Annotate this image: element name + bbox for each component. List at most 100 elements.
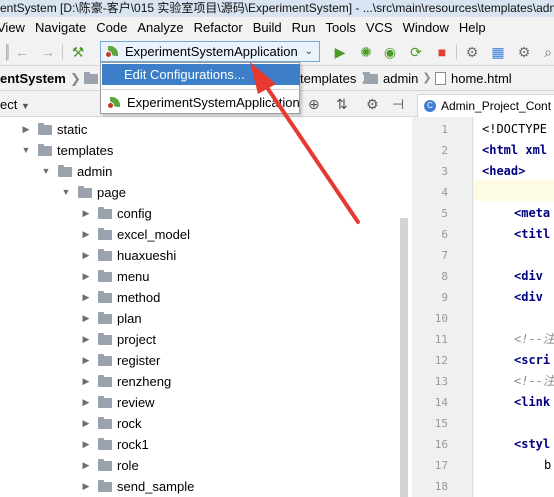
coverage-icon[interactable]: ◉ — [382, 44, 398, 60]
chevron-right-icon[interactable]: ▶ — [80, 329, 92, 350]
tree-item-register[interactable]: ▶ register — [80, 350, 161, 371]
breadcrumb-arrow-icon: ❯ — [70, 71, 81, 86]
forward-arrow-icon[interactable]: → — [40, 44, 56, 60]
folder-icon — [364, 71, 378, 84]
menu-view[interactable]: View — [0, 17, 30, 38]
menu-window[interactable]: Window — [398, 17, 454, 38]
menu-refactor[interactable]: Refactor — [189, 17, 248, 38]
project-panel-title: ect — [0, 97, 18, 112]
chevron-right-icon[interactable]: ▶ — [80, 287, 92, 308]
tree-item-method[interactable]: ▶ method — [80, 287, 161, 308]
tree-item-label: role — [117, 458, 139, 473]
folder-icon — [98, 311, 112, 324]
tree-item-rock1[interactable]: ▶ rock1 — [80, 434, 149, 455]
experiment-system-application-item[interactable]: ExperimentSystemApplication — [102, 92, 300, 113]
chevron-right-icon[interactable]: ▶ — [80, 413, 92, 434]
menu-build[interactable]: Build — [248, 17, 287, 38]
hide-panel-icon[interactable]: ⊣ — [392, 92, 404, 117]
build-hammer-icon[interactable]: ⚒ — [70, 44, 86, 60]
chevron-right-icon[interactable]: ▶ — [80, 392, 92, 413]
folder-icon — [98, 332, 112, 345]
folder-icon — [98, 416, 112, 429]
project-tree: ▶ static ▼ templates ▼ admin ▼ page ▶ config ▶ exce… — [0, 117, 412, 497]
toolbar-separator — [456, 44, 457, 60]
tree-item-rock[interactable]: ▶ rock — [80, 413, 142, 434]
chevron-right-icon[interactable]: ▶ — [80, 266, 92, 287]
chevron-right-icon[interactable]: ▶ — [80, 350, 92, 371]
code-line: <html xml — [482, 143, 548, 157]
tree-item-project[interactable]: ▶ project — [80, 329, 157, 350]
tree-item-label: method — [117, 290, 161, 305]
menu-run[interactable]: Run — [287, 17, 321, 38]
tree-item-renzheng[interactable]: ▶ renzheng — [80, 371, 172, 392]
menu-tools[interactable]: Tools — [321, 17, 361, 38]
chevron-right-icon[interactable]: ▶ — [20, 119, 32, 140]
folder-icon — [98, 458, 112, 471]
project-tree-scrollbar[interactable] — [400, 218, 408, 497]
settings-gear-icon[interactable]: ⚙ — [366, 92, 379, 117]
line-number: 12 — [434, 354, 448, 367]
tree-item-label: menu — [117, 269, 150, 284]
line-number: 2 — [441, 144, 448, 157]
chevron-right-icon[interactable]: ▶ — [80, 455, 92, 476]
chevron-right-icon[interactable]: ▶ — [80, 203, 92, 224]
tree-item-config[interactable]: ▶ config — [80, 203, 152, 224]
tree-item-review[interactable]: ▶ review — [80, 392, 155, 413]
tree-item-templates[interactable]: ▼ templates — [20, 140, 114, 161]
chevron-down-icon[interactable]: ▼ — [60, 182, 72, 203]
folder-icon — [98, 227, 112, 240]
tree-item-excel-model[interactable]: ▶ excel_model — [80, 224, 190, 245]
tree-item-plan[interactable]: ▶ plan — [80, 308, 142, 329]
breadcrumb-project[interactable]: entSystem — [0, 66, 66, 91]
code-line: <!--注 — [514, 332, 554, 346]
locate-file-icon[interactable]: ⊕ — [308, 92, 320, 117]
tree-item-send-sample[interactable]: ▶ send_sample — [80, 476, 195, 497]
profile-icon[interactable]: ⟳ — [408, 44, 424, 60]
code-line: <!--注 — [514, 374, 554, 388]
editor-tab-admin-project-controller[interactable]: C Admin_Project_Cont — [417, 94, 554, 117]
main-menu-bar: View Navigate Code Analyze Refactor Build Run T… — [0, 17, 554, 38]
chevron-right-icon[interactable]: ▶ — [80, 476, 92, 497]
tree-item-label: plan — [117, 311, 142, 326]
chevron-right-icon[interactable]: ▶ — [80, 245, 92, 266]
menu-vcs[interactable]: VCS — [361, 17, 398, 38]
menu-help[interactable]: Help — [454, 17, 491, 38]
chevron-right-icon[interactable]: ▶ — [80, 434, 92, 455]
tree-item-page[interactable]: ▼ page — [60, 182, 126, 203]
code-line: <titl — [514, 227, 551, 241]
menu-navigate[interactable]: Navigate — [30, 17, 91, 38]
run-configuration-selector[interactable]: ExperimentSystemApplication ⌄ — [100, 41, 320, 62]
code-line: b — [544, 458, 552, 472]
breadcrumb-file-label: home.html — [451, 71, 512, 86]
search-icon[interactable]: ⌕ — [540, 44, 554, 60]
tool-icon[interactable]: ⚙ — [516, 44, 532, 60]
menu-analyze[interactable]: Analyze — [132, 17, 188, 38]
chevron-down-icon[interactable]: ▼ — [20, 140, 32, 161]
tree-item-menu[interactable]: ▶ menu — [80, 266, 150, 287]
breadcrumb-arrow-icon: ❯ — [422, 72, 432, 84]
breadcrumb-templates-label: templates — [300, 71, 357, 86]
project-structure-icon[interactable]: ▦ — [490, 44, 506, 60]
code-editor[interactable]: <!DOCTYPE <html xml <head> <meta <titl <div <d… — [474, 117, 554, 497]
menu-code[interactable]: Code — [91, 17, 132, 38]
tree-item-huaxueshi[interactable]: ▶ huaxueshi — [80, 245, 177, 266]
tree-item-admin[interactable]: ▼ admin — [40, 161, 113, 182]
chevron-right-icon[interactable]: ▶ — [80, 371, 92, 392]
settings-icon[interactable]: ⚙ — [464, 44, 480, 60]
back-arrow-icon[interactable]: ← — [14, 44, 30, 60]
breadcrumb-admin[interactable]: admin ❯ — [364, 66, 436, 91]
chevron-right-icon[interactable]: ▶ — [80, 224, 92, 245]
tree-item-role[interactable]: ▶ role — [80, 455, 139, 476]
folder-icon — [98, 269, 112, 282]
chevron-right-icon[interactable]: ▶ — [80, 308, 92, 329]
project-view-selector[interactable]: ect ▼ — [0, 92, 30, 119]
breadcrumb-file[interactable]: home.html — [435, 66, 512, 91]
stop-icon[interactable]: ■ — [434, 44, 450, 60]
run-icon[interactable]: ▶ — [332, 44, 348, 60]
edit-configurations-item[interactable]: Edit Configurations... — [102, 64, 300, 85]
collapse-all-icon[interactable]: ⇅ — [336, 92, 348, 117]
chevron-down-icon[interactable]: ▼ — [40, 161, 52, 182]
tree-item-static[interactable]: ▶ static — [20, 119, 88, 140]
breadcrumb-templates[interactable]: templates❯ — [300, 66, 374, 91]
debug-icon[interactable]: ✺ — [358, 44, 374, 60]
